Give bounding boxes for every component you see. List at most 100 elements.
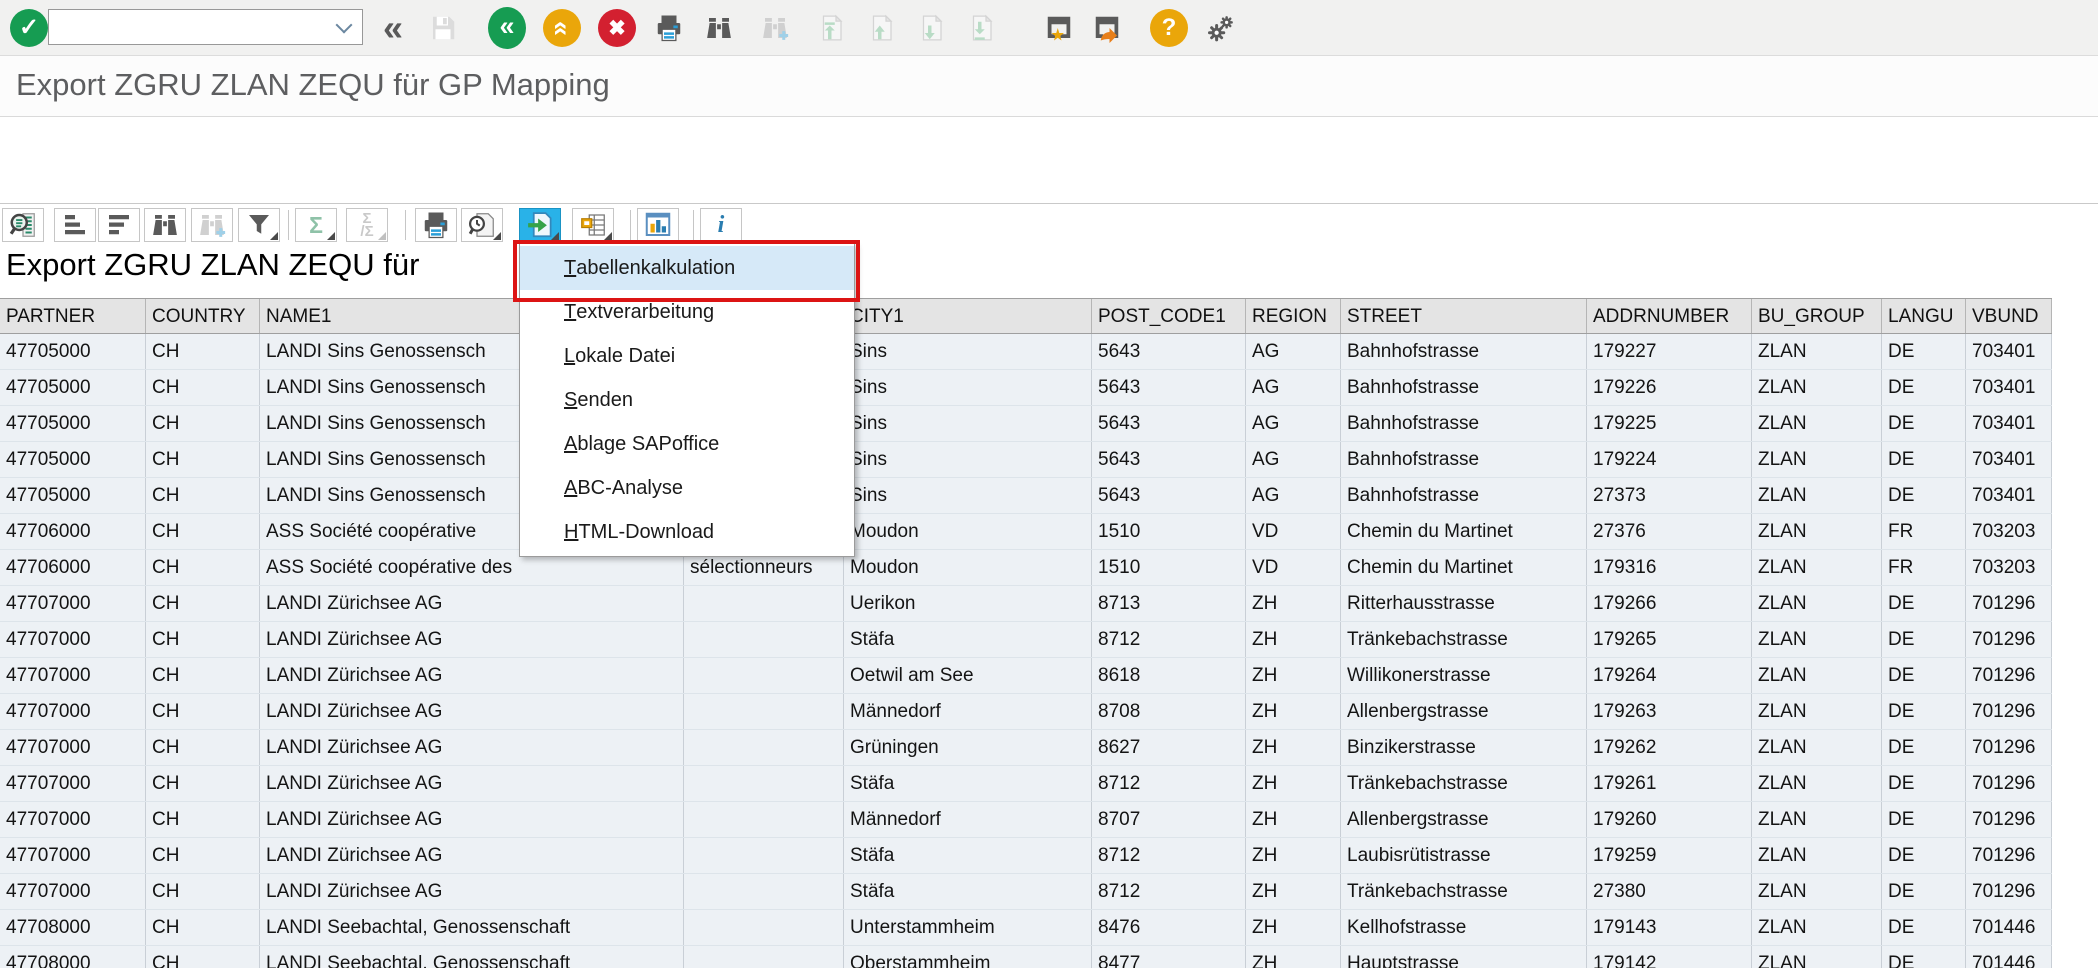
table-row[interactable]: 47707000CHLANDI Zürichsee AG Männedorf870… <box>0 802 2052 838</box>
table-cell[interactable]: DE <box>1882 622 1966 657</box>
table-cell[interactable]: ZLAN <box>1752 406 1882 441</box>
table-cell[interactable]: ZLAN <box>1752 586 1882 621</box>
table-cell[interactable]: 27376 <box>1587 514 1752 549</box>
table-cell[interactable]: 703401 <box>1966 406 2052 441</box>
enter-button[interactable]: ✓ <box>8 7 50 49</box>
create-shortcut-button[interactable] <box>1086 7 1128 49</box>
table-cell[interactable]: Kellhofstrasse <box>1341 910 1587 945</box>
table-cell[interactable]: 8713 <box>1092 586 1246 621</box>
table-cell[interactable]: 8707 <box>1092 802 1246 837</box>
table-cell[interactable]: DE <box>1882 766 1966 801</box>
table-cell[interactable]: ZLAN <box>1752 514 1882 549</box>
table-row[interactable]: 47707000CHLANDI Zürichsee AGStäfa8712ZHT… <box>0 622 2052 658</box>
table-cell[interactable]: CH <box>146 946 260 968</box>
column-header-street[interactable]: STREET <box>1341 299 1587 333</box>
table-cell[interactable]: 179227 <box>1587 334 1752 369</box>
menu-item-abc-analyse[interactable]: ABC-Analyse <box>520 466 854 510</box>
table-cell[interactable]: CH <box>146 838 260 873</box>
back-button[interactable]: « <box>486 7 528 49</box>
table-cell[interactable]: CH <box>146 370 260 405</box>
print-button[interactable] <box>648 7 690 49</box>
table-cell[interactable]: Laubisrütistrasse <box>1341 838 1587 873</box>
table-cell[interactable]: 47706000 <box>0 514 146 549</box>
table-cell[interactable]: ZH <box>1246 946 1341 968</box>
table-cell[interactable]: 179261 <box>1587 766 1752 801</box>
graphic-button[interactable] <box>637 208 679 242</box>
menu-item-html-download[interactable]: HTML-Download <box>520 510 854 554</box>
table-cell[interactable]: LANDI Zürichsee AG <box>260 622 684 657</box>
table-cell[interactable]: ZLAN <box>1752 658 1882 693</box>
table-cell[interactable]: 27380 <box>1587 874 1752 909</box>
table-cell[interactable]: 179266 <box>1587 586 1752 621</box>
menu-item-lokale-datei[interactable]: Lokale Datei <box>520 334 854 378</box>
table-cell[interactable]: AG <box>1246 406 1341 441</box>
table-cell[interactable]: DE <box>1882 910 1966 945</box>
table-cell[interactable]: ZH <box>1246 874 1341 909</box>
table-cell[interactable]: LANDI Zürichsee AG <box>260 838 684 873</box>
table-cell[interactable]: LANDI Zürichsee AG <box>260 766 684 801</box>
table-cell[interactable]: 701296 <box>1966 874 2052 909</box>
table-cell[interactable]: Moudon <box>844 550 1092 585</box>
table-cell[interactable]: ZLAN <box>1752 370 1882 405</box>
table-cell[interactable]: 47707000 <box>0 802 146 837</box>
column-header-vbund[interactable]: VBUND <box>1966 299 2052 333</box>
table-cell[interactable]: DE <box>1882 406 1966 441</box>
table-cell[interactable]: CH <box>146 478 260 513</box>
table-cell[interactable]: 8712 <box>1092 874 1246 909</box>
info-button[interactable]: i <box>700 208 742 242</box>
table-cell[interactable]: LANDI Zürichsee AG <box>260 802 684 837</box>
table-cell[interactable]: Sins <box>844 442 1092 477</box>
table-cell[interactable]: Willikonerstrasse <box>1341 658 1587 693</box>
table-cell[interactable]: ZLAN <box>1752 910 1882 945</box>
table-cell[interactable]: 701296 <box>1966 658 2052 693</box>
table-cell[interactable]: CH <box>146 802 260 837</box>
chevron-down-icon[interactable] <box>336 17 353 34</box>
table-cell[interactable]: Bahnhofstrasse <box>1341 478 1587 513</box>
table-cell[interactable]: 8712 <box>1092 766 1246 801</box>
table-cell[interactable]: Männedorf <box>844 802 1092 837</box>
table-cell[interactable]: Sins <box>844 406 1092 441</box>
table-cell[interactable]: DE <box>1882 478 1966 513</box>
menu-item-tabellenkalkulation[interactable]: Tabellenkalkulation <box>520 246 854 290</box>
table-row[interactable]: 47707000CHLANDI Zürichsee AGOetwil am Se… <box>0 658 2052 694</box>
table-cell[interactable]: 47706000 <box>0 550 146 585</box>
table-cell[interactable]: 703203 <box>1966 514 2052 549</box>
print-preview-button[interactable] <box>461 208 503 242</box>
table-cell[interactable]: 703401 <box>1966 442 2052 477</box>
table-cell[interactable]: Bahnhofstrasse <box>1341 406 1587 441</box>
table-cell[interactable]: Bahnhofstrasse <box>1341 334 1587 369</box>
table-cell[interactable]: Sins <box>844 478 1092 513</box>
cancel-button[interactable]: ✖ <box>596 7 638 49</box>
table-row[interactable]: 47707000CHLANDI Zürichsee AGUerikon8713Z… <box>0 586 2052 622</box>
table-cell[interactable]: Allenbergstrasse <box>1341 802 1587 837</box>
command-input[interactable] <box>49 17 338 38</box>
table-cell[interactable]: ZH <box>1246 694 1341 729</box>
table-cell[interactable]: ZLAN <box>1752 838 1882 873</box>
table-cell[interactable]: 5643 <box>1092 370 1246 405</box>
table-cell[interactable]: 179264 <box>1587 658 1752 693</box>
sort-ascending-button[interactable] <box>54 208 96 242</box>
table-cell[interactable]: Uerikon <box>844 586 1092 621</box>
table-cell[interactable]: 179259 <box>1587 838 1752 873</box>
table-row[interactable]: 47705000CHLANDI Sins GenossenschSins5643… <box>0 334 2052 370</box>
table-cell[interactable]: 8627 <box>1092 730 1246 765</box>
table-row[interactable]: 47707000CHLANDI Zürichsee AGGrüningen862… <box>0 730 2052 766</box>
table-cell[interactable]: ZLAN <box>1752 802 1882 837</box>
table-row[interactable]: 47705000CHLANDI Sins GenossenschSins5643… <box>0 478 2052 514</box>
table-cell[interactable]: CH <box>146 694 260 729</box>
table-cell[interactable]: ZLAN <box>1752 874 1882 909</box>
table-cell[interactable]: AG <box>1246 334 1341 369</box>
table-cell[interactable]: 179224 <box>1587 442 1752 477</box>
table-cell[interactable]: 5643 <box>1092 442 1246 477</box>
table-cell[interactable]: CH <box>146 514 260 549</box>
hide-command-bar-button[interactable]: « <box>372 7 414 49</box>
column-header-addrnumber[interactable]: ADDRNUMBER <box>1587 299 1752 333</box>
table-cell[interactable]: 47705000 <box>0 334 146 369</box>
menu-item-ablage-sapoffice[interactable]: Ablage SAPoffice <box>520 422 854 466</box>
table-cell[interactable]: 701296 <box>1966 730 2052 765</box>
table-cell[interactable]: Sins <box>844 334 1092 369</box>
table-cell[interactable] <box>684 946 844 968</box>
table-cell[interactable] <box>684 766 844 801</box>
table-cell[interactable]: 179265 <box>1587 622 1752 657</box>
table-cell[interactable]: 8476 <box>1092 910 1246 945</box>
